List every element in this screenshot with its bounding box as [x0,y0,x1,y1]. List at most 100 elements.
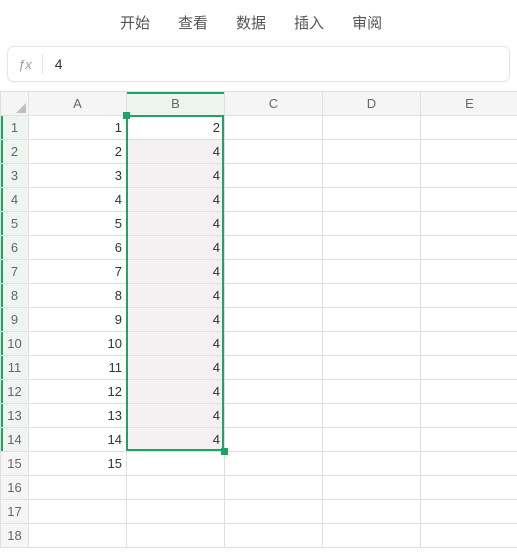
cell-C2[interactable] [225,140,323,164]
cell-E5[interactable] [421,212,517,236]
select-all-corner[interactable] [1,92,29,116]
cell-A1[interactable]: 1 [29,116,127,140]
cell-C1[interactable] [225,116,323,140]
cell-E13[interactable] [421,404,517,428]
cell-E6[interactable] [421,236,517,260]
row-header[interactable]: 12 [1,380,29,404]
cell-B6[interactable]: 4 [127,236,225,260]
cell-D3[interactable] [323,164,421,188]
cell-D11[interactable] [323,356,421,380]
cell-B15[interactable] [127,452,225,476]
row-header[interactable]: 15 [1,452,29,476]
row-header[interactable]: 6 [1,236,29,260]
cell-C7[interactable] [225,260,323,284]
cell-D10[interactable] [323,332,421,356]
row-header[interactable]: 4 [1,188,29,212]
cell-A15[interactable]: 15 [29,452,127,476]
cell-C18[interactable] [225,524,323,548]
cell-C9[interactable] [225,308,323,332]
menu-item-review[interactable]: 审阅 [352,12,382,33]
cell-A12[interactable]: 12 [29,380,127,404]
cell-A7[interactable]: 7 [29,260,127,284]
selection-handle-top[interactable] [123,112,130,119]
row-header[interactable]: 1 [1,116,29,140]
cell-A18[interactable] [29,524,127,548]
cell-E11[interactable] [421,356,517,380]
menu-item-view[interactable]: 查看 [178,12,208,33]
cell-E9[interactable] [421,308,517,332]
row-header[interactable]: 10 [1,332,29,356]
cell-E12[interactable] [421,380,517,404]
cell-B7[interactable]: 4 [127,260,225,284]
cell-D17[interactable] [323,500,421,524]
menu-item-data[interactable]: 数据 [236,12,266,33]
cell-A14[interactable]: 14 [29,428,127,452]
cell-D12[interactable] [323,380,421,404]
cell-E10[interactable] [421,332,517,356]
cell-A10[interactable]: 10 [29,332,127,356]
cell-E16[interactable] [421,476,517,500]
cell-B18[interactable] [127,524,225,548]
cell-D1[interactable] [323,116,421,140]
cell-C6[interactable] [225,236,323,260]
cell-B16[interactable] [127,476,225,500]
cell-E7[interactable] [421,260,517,284]
cell-C5[interactable] [225,212,323,236]
cell-B10[interactable]: 4 [127,332,225,356]
cell-D15[interactable] [323,452,421,476]
cell-C13[interactable] [225,404,323,428]
cell-C15[interactable] [225,452,323,476]
menu-item-start[interactable]: 开始 [120,12,150,33]
row-header[interactable]: 9 [1,308,29,332]
cell-A16[interactable] [29,476,127,500]
cell-A3[interactable]: 3 [29,164,127,188]
col-header-B[interactable]: B [127,92,225,116]
cell-E15[interactable] [421,452,517,476]
col-header-D[interactable]: D [323,92,421,116]
formula-input[interactable]: 4 [43,56,75,72]
row-header[interactable]: 18 [1,524,29,548]
cell-A11[interactable]: 11 [29,356,127,380]
fill-handle[interactable] [221,448,228,455]
cell-C3[interactable] [225,164,323,188]
cell-A2[interactable]: 2 [29,140,127,164]
row-header[interactable]: 14 [1,428,29,452]
cell-B14[interactable]: 4 [127,428,225,452]
cell-C10[interactable] [225,332,323,356]
cell-C14[interactable] [225,428,323,452]
menu-item-insert[interactable]: 插入 [294,12,324,33]
row-header[interactable]: 16 [1,476,29,500]
spreadsheet-grid[interactable]: ABCDE 1122243344445546647748849941010411… [0,91,517,548]
fx-icon[interactable]: ƒx [8,54,43,74]
cell-B11[interactable]: 4 [127,356,225,380]
cell-B17[interactable] [127,500,225,524]
cell-C12[interactable] [225,380,323,404]
cell-D7[interactable] [323,260,421,284]
cell-D9[interactable] [323,308,421,332]
col-header-A[interactable]: A [29,92,127,116]
cell-B3[interactable]: 4 [127,164,225,188]
cell-E8[interactable] [421,284,517,308]
cell-D4[interactable] [323,188,421,212]
cell-B5[interactable]: 4 [127,212,225,236]
col-header-C[interactable]: C [225,92,323,116]
cell-D14[interactable] [323,428,421,452]
cell-E2[interactable] [421,140,517,164]
cell-E3[interactable] [421,164,517,188]
cell-A8[interactable]: 8 [29,284,127,308]
row-header[interactable]: 7 [1,260,29,284]
cell-D2[interactable] [323,140,421,164]
cell-D16[interactable] [323,476,421,500]
col-header-E[interactable]: E [421,92,517,116]
cell-B8[interactable]: 4 [127,284,225,308]
cell-E18[interactable] [421,524,517,548]
row-header[interactable]: 13 [1,404,29,428]
cell-D6[interactable] [323,236,421,260]
cell-B2[interactable]: 4 [127,140,225,164]
cell-B1[interactable]: 2 [127,116,225,140]
cell-E4[interactable] [421,188,517,212]
row-header[interactable]: 5 [1,212,29,236]
cell-E14[interactable] [421,428,517,452]
cell-E1[interactable] [421,116,517,140]
row-header[interactable]: 2 [1,140,29,164]
